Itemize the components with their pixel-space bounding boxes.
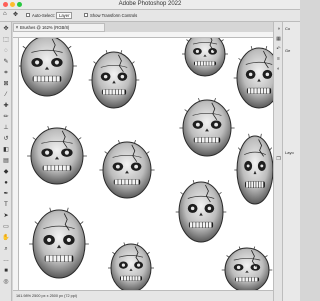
zombie-head-illustration: [179, 98, 235, 157]
move-tool-preset-icon[interactable]: ✥: [13, 11, 18, 18]
document-canvas[interactable]: [19, 38, 273, 290]
healing-brush-tool-icon[interactable]: ✚: [2, 102, 10, 110]
side-panel: Co Ge Layo: [282, 22, 300, 301]
tools-panel: ✥ ⬚ ◌ ✎ ⌗ ⊠ ⁄ ✚ ✏ ⊥ ↺ ◧ ▤ ◆ ● ✒ T ➤ ▭ ✋ ⌕ … ■ ◎: [0, 22, 12, 301]
options-bar: ⌂ ✥ Auto-Select: Layer Show Transform Co…: [0, 10, 300, 22]
history-panel-icon[interactable]: ↶: [276, 46, 282, 52]
eraser-tool-icon[interactable]: ◧: [2, 146, 10, 154]
zombie-head-illustration: [234, 133, 273, 205]
history-brush-tool-icon[interactable]: ↺: [2, 135, 10, 143]
swatches-panel-icon[interactable]: ▦: [276, 36, 282, 42]
document-tab[interactable]: × Brushes @ 162% (RGB/8): [13, 23, 105, 32]
blur-tool-icon[interactable]: ◆: [2, 168, 10, 176]
zombie-brush-artwork: [19, 38, 273, 290]
document-tab-label: Brushes @ 162% (RGB/8): [20, 25, 70, 30]
home-icon[interactable]: ⌂: [3, 11, 7, 17]
panel-icon-strip: ◑ ▦ ↶ ≡ ◐ ❐: [273, 22, 282, 301]
zombie-head-illustration: [27, 126, 87, 185]
frame-tool-icon[interactable]: ⊠: [2, 80, 10, 88]
zombie-head-illustration: [108, 242, 154, 290]
title-bar: Adobe Photoshop 2022: [0, 0, 300, 10]
app-title: Adobe Photoshop 2022: [118, 1, 182, 7]
zombie-head-illustration: [88, 50, 140, 109]
layers-panel-icon[interactable]: ❐: [276, 156, 282, 162]
auto-select-target-dropdown[interactable]: Layer: [56, 12, 73, 19]
gradient-tool-icon[interactable]: ▤: [2, 157, 10, 165]
brush-tool-icon[interactable]: ✏: [2, 113, 10, 121]
zoom-tool-icon[interactable]: ⌕: [2, 245, 10, 253]
move-tool-icon[interactable]: ✥: [2, 25, 10, 33]
zombie-head-illustration: [99, 140, 155, 199]
marquee-tool-icon[interactable]: ⬚: [2, 36, 10, 44]
clone-stamp-tool-icon[interactable]: ⊥: [2, 124, 10, 132]
dodge-tool-icon[interactable]: ●: [2, 179, 10, 187]
foreground-color-icon[interactable]: ■: [2, 267, 10, 275]
close-tab-icon[interactable]: ×: [16, 24, 19, 32]
hand-tool-icon[interactable]: ✋: [2, 234, 10, 242]
lasso-tool-icon[interactable]: ◌: [2, 47, 10, 55]
zombie-head-illustration: [221, 246, 273, 290]
zombie-head-illustration: [19, 38, 77, 97]
pen-tool-icon[interactable]: ✒: [2, 190, 10, 198]
zombie-head-illustration: [182, 38, 228, 77]
auto-select-label: Auto-Select:: [32, 13, 55, 18]
rectangle-tool-icon[interactable]: ▭: [2, 223, 10, 231]
crop-tool-icon[interactable]: ⌗: [2, 69, 10, 77]
show-transform-controls-label: Show Transform Controls: [90, 13, 138, 18]
status-bar: 161.98% 2500 px x 2500 px (72 ppi): [13, 290, 273, 301]
color-panel-icon[interactable]: ◑: [276, 26, 282, 32]
properties-panel-icon[interactable]: ≡: [276, 56, 282, 62]
properties-panel-tab[interactable]: Ge: [285, 48, 290, 53]
adjustments-panel-icon[interactable]: ◐: [276, 66, 282, 72]
quick-select-tool-icon[interactable]: ✎: [2, 58, 10, 66]
zombie-head-illustration: [175, 179, 227, 243]
show-transform-controls-checkbox[interactable]: [84, 13, 88, 17]
eyedropper-tool-icon[interactable]: ⁄: [2, 91, 10, 99]
layers-panel-tab[interactable]: Layo: [285, 150, 294, 155]
status-text: 161.98% 2500 px x 2500 px (72 ppi): [16, 294, 78, 298]
auto-select-checkbox[interactable]: [26, 13, 30, 17]
quick-mask-icon[interactable]: ◎: [2, 278, 10, 286]
path-select-tool-icon[interactable]: ➤: [2, 212, 10, 220]
more-tools-icon[interactable]: …: [2, 256, 10, 264]
zombie-head-illustration: [233, 45, 273, 109]
color-panel-tab[interactable]: Co: [285, 26, 290, 31]
type-tool-icon[interactable]: T: [2, 201, 10, 209]
zombie-head-illustration: [29, 207, 89, 279]
